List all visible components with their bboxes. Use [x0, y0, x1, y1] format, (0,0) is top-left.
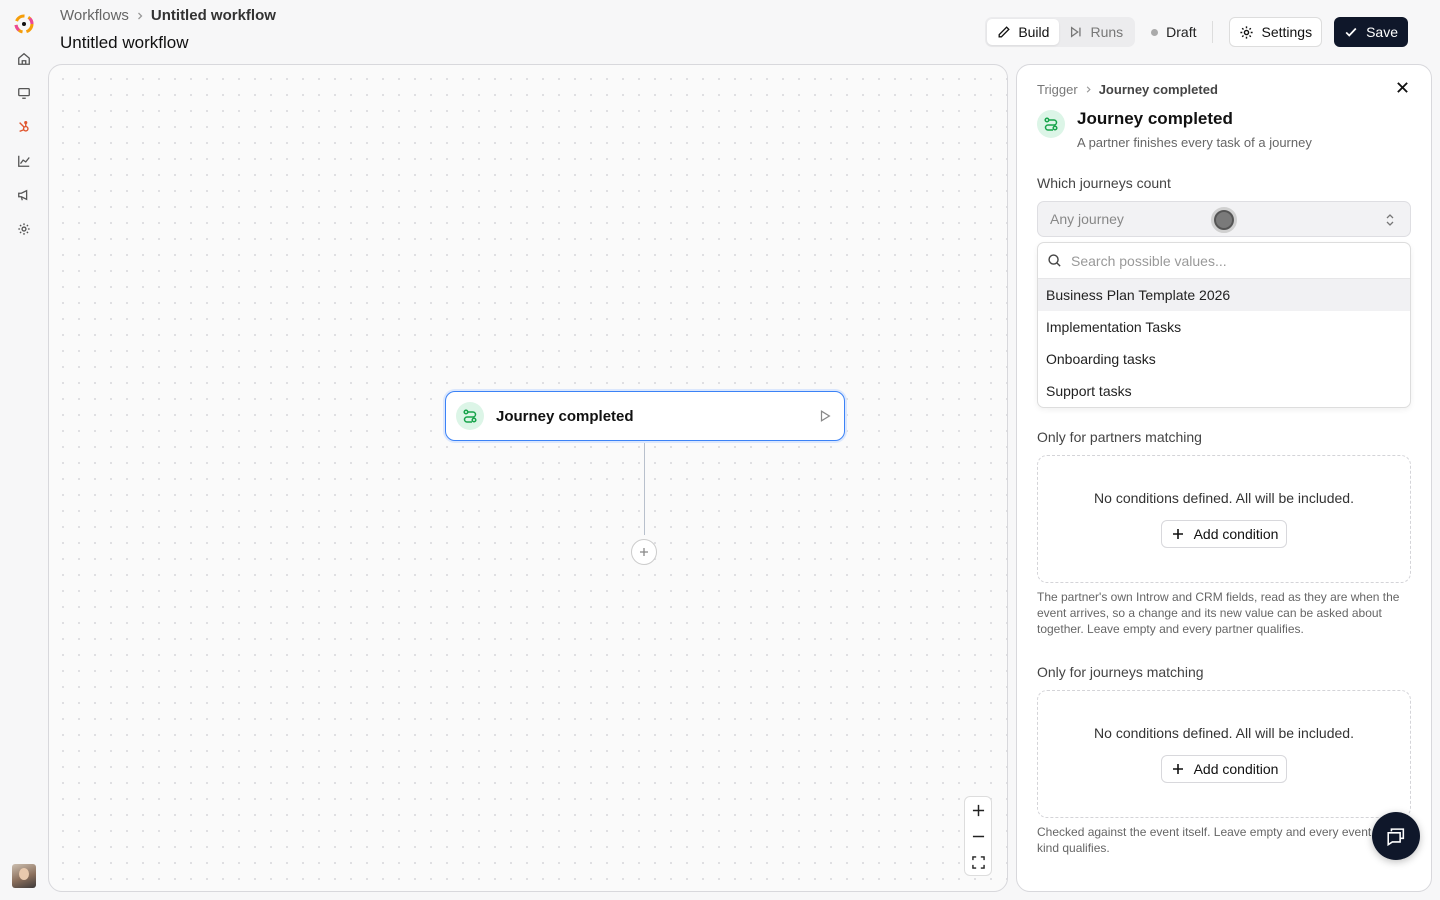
chevron-right-icon	[135, 11, 145, 21]
node-connector	[644, 443, 645, 535]
trigger-title: Journey completed	[1077, 109, 1233, 128]
rail-nav	[8, 42, 40, 246]
tab-runs[interactable]: Runs	[1059, 19, 1133, 45]
journey-conditions-box: No conditions defined. All will be inclu…	[1037, 690, 1411, 818]
breadcrumb-workflows[interactable]: Workflows	[60, 7, 129, 24]
partners-field-label: Only for partners matching	[1037, 429, 1202, 445]
plus-icon	[1172, 528, 1184, 540]
journey-match-help-text: Checked against the event itself. Leave …	[1037, 825, 1407, 855]
header-actions: Build Runs Draft Settings Save	[985, 17, 1408, 47]
settings-button[interactable]: Settings	[1229, 17, 1323, 47]
save-label: Save	[1366, 24, 1398, 40]
zoom-in-icon[interactable]	[965, 797, 991, 823]
left-rail	[0, 0, 48, 900]
dropdown-search-input[interactable]	[1071, 252, 1401, 269]
gear-icon	[1239, 25, 1254, 40]
status-badge: Draft	[1151, 24, 1196, 40]
page-header: Workflows Untitled workflow Untitled wor…	[60, 0, 1408, 64]
pencil-icon	[997, 25, 1011, 39]
nav-chart-icon[interactable]	[8, 144, 40, 178]
workflow-canvas[interactable]: Journey completed	[48, 64, 1008, 892]
breadcrumb-current: Untitled workflow	[150, 7, 276, 24]
panel-breadcrumb: Trigger Journey completed	[1037, 82, 1218, 97]
breadcrumb: Workflows Untitled workflow	[60, 7, 276, 24]
dropdown-option[interactable]: Support tasks	[1038, 375, 1410, 407]
add-journey-condition-button[interactable]: Add condition	[1160, 755, 1288, 783]
add-step-button[interactable]	[631, 539, 657, 565]
trigger-header: Journey completed A partner finishes eve…	[1037, 109, 1312, 150]
partners-conditions-box: No conditions defined. All will be inclu…	[1037, 455, 1411, 583]
play-icon[interactable]	[818, 409, 832, 423]
add-condition-label: Add condition	[1193, 761, 1279, 777]
skip-forward-icon	[1069, 25, 1083, 39]
tab-runs-label: Runs	[1090, 24, 1124, 40]
partners-help-text: The partner's own Introw and CRM fields,…	[1037, 590, 1400, 636]
nav-gear-icon[interactable]	[8, 212, 40, 246]
settings-label: Settings	[1261, 24, 1313, 40]
app-logo[interactable]	[12, 12, 36, 36]
panel-breadcrumb-current: Journey completed	[1098, 82, 1218, 97]
chevron-right-icon	[1084, 85, 1093, 94]
tab-build-label: Build	[1018, 24, 1050, 40]
journeys-dropdown: Business Plan Template 2026 Implementati…	[1037, 242, 1411, 408]
close-icon[interactable]	[1396, 81, 1409, 94]
nav-hubspot-icon[interactable]	[8, 110, 40, 144]
trigger-node-label: Journey completed	[496, 407, 634, 425]
save-button[interactable]: Save	[1334, 17, 1408, 47]
view-switcher: Build Runs	[985, 17, 1136, 47]
dropdown-option[interactable]: Business Plan Template 2026	[1038, 279, 1410, 311]
nav-monitor-icon[interactable]	[8, 76, 40, 110]
dropdown-option[interactable]: Implementation Tasks	[1038, 311, 1410, 343]
trigger-panel: Trigger Journey completed Journey comple…	[1016, 64, 1432, 892]
dropdown-search	[1038, 243, 1410, 279]
add-partner-condition-button[interactable]: Add condition	[1160, 520, 1288, 548]
add-condition-label: Add condition	[1193, 526, 1279, 542]
journeys-select[interactable]: Any journey	[1037, 201, 1411, 237]
zoom-controls	[964, 796, 992, 876]
trigger-description: A partner finishes every task of a journ…	[1077, 135, 1312, 150]
dropdown-option[interactable]: Onboarding tasks	[1038, 343, 1410, 375]
chat-button[interactable]	[1372, 812, 1420, 860]
zoom-out-icon[interactable]	[965, 823, 991, 849]
trigger-icon	[1037, 110, 1065, 138]
nav-megaphone-icon[interactable]	[8, 178, 40, 212]
trigger-icon	[456, 402, 484, 430]
user-avatar[interactable]	[12, 864, 36, 888]
fit-view-icon[interactable]	[965, 849, 991, 875]
chat-icon	[1385, 825, 1407, 847]
journeys-field-label: Which journeys count	[1037, 175, 1171, 191]
journeys-select-value: Any journey	[1050, 211, 1124, 227]
page-title[interactable]: Untitled workflow	[60, 33, 189, 53]
divider	[1212, 21, 1214, 43]
check-icon	[1344, 25, 1358, 39]
status-label: Draft	[1166, 24, 1197, 40]
partners-empty-text: No conditions defined. All will be inclu…	[1094, 490, 1354, 506]
mouse-cursor-indicator	[1211, 207, 1237, 233]
journey-empty-text: No conditions defined. All will be inclu…	[1094, 725, 1354, 741]
search-icon	[1047, 253, 1062, 268]
status-dot-icon	[1151, 28, 1159, 36]
panel-breadcrumb-trigger[interactable]: Trigger	[1037, 82, 1078, 97]
journey-match-field-label: Only for journeys matching	[1037, 664, 1204, 680]
plus-icon	[1172, 763, 1184, 775]
tab-build[interactable]: Build	[987, 19, 1060, 45]
trigger-node[interactable]: Journey completed	[445, 391, 845, 441]
chevron-up-down-icon	[1384, 213, 1396, 227]
nav-home-icon[interactable]	[8, 42, 40, 76]
